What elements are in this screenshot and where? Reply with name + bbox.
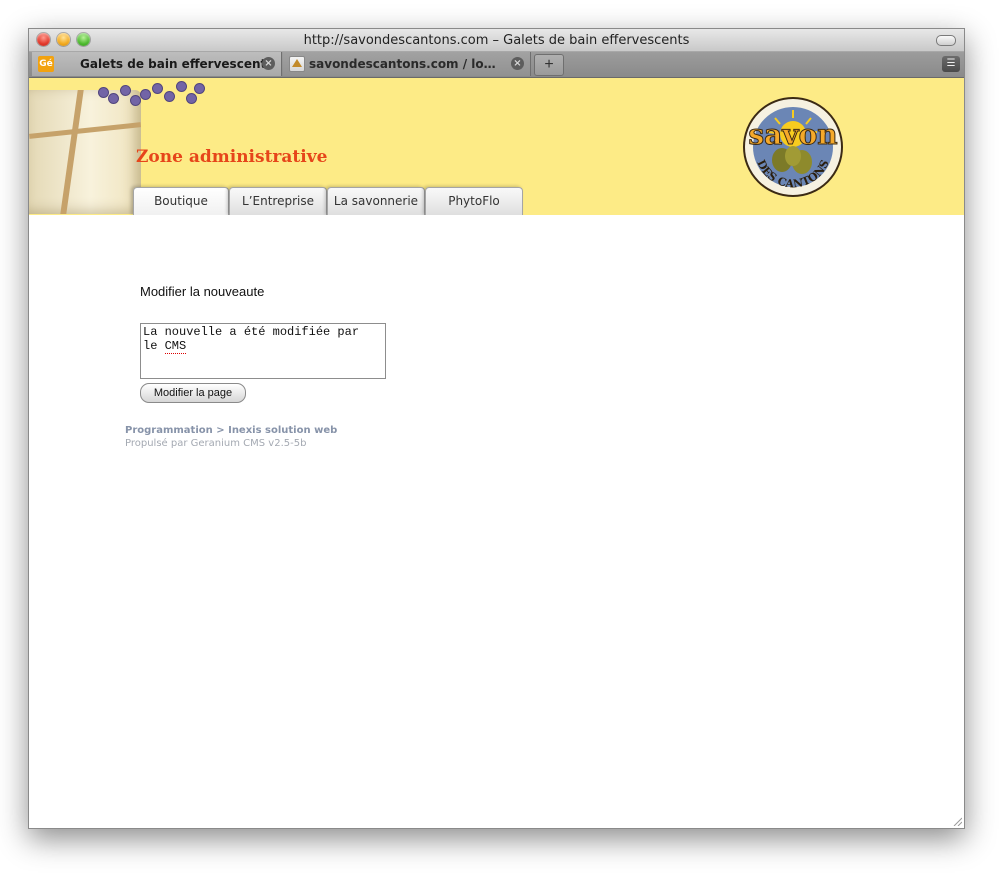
lavender-bud (121, 86, 130, 95)
editor-text: le (143, 339, 165, 353)
logo-text-top: savon (748, 118, 837, 151)
footer-powered-by: Propulsé par Geranium CMS v2.5-5b (125, 438, 307, 449)
site-header: Zone administrative savon DES CANTONS Bo… (29, 78, 964, 215)
lavender-bud (177, 82, 186, 91)
close-tab-icon[interactable]: × (511, 57, 524, 70)
lavender-bud (141, 90, 150, 99)
lavender-bud (187, 94, 196, 103)
soap-image (29, 90, 141, 214)
editor-line: La nouvelle a été modifiée par (143, 325, 360, 339)
tab-phpmyadmin[interactable]: savondescantons.com / localho... × (283, 52, 531, 76)
lavender-bud (131, 96, 140, 105)
new-tab-button[interactable]: + (534, 54, 564, 76)
browser-window: http://savondescantons.com – Galets de b… (28, 28, 965, 829)
news-content-editor[interactable]: La nouvelle a été modifiée par le CMS (140, 323, 386, 379)
phpmyadmin-favicon-icon (289, 56, 305, 72)
nav-tab-entreprise[interactable]: L’Entreprise (229, 187, 327, 215)
modify-page-button[interactable]: Modifier la page (140, 383, 246, 403)
geranium-favicon-icon: Gé (38, 56, 54, 72)
tab-label: Galets de bain effervescents (80, 57, 274, 71)
lavender-bud (99, 88, 108, 97)
resize-grip-icon[interactable] (952, 816, 962, 826)
toolbar-toggle-button[interactable] (936, 35, 956, 46)
main-content: Modifier la nouveaute La nouvelle a été … (29, 215, 964, 828)
savon-des-cantons-logo[interactable]: savon DES CANTONS (742, 96, 844, 198)
lavender-bud (195, 84, 204, 93)
window-title: http://savondescantons.com – Galets de b… (303, 33, 690, 48)
tab-overflow-menu-icon[interactable]: ☰ (942, 56, 960, 72)
footer-credit-link[interactable]: Programmation > Inexis solution web (125, 425, 337, 436)
nav-tab-savonnerie[interactable]: La savonnerie (327, 187, 425, 215)
tab-label: savondescantons.com / localho... (309, 57, 499, 71)
misspelled-word: CMS (164, 339, 187, 354)
nav-tab-phytoflo[interactable]: PhytoFlo (425, 187, 523, 215)
close-tab-icon[interactable]: × (262, 57, 275, 70)
tab-galets[interactable]: Gé Galets de bain effervescents × (32, 52, 282, 76)
page-title: Modifier la nouveaute (140, 284, 265, 299)
tab-bar: Gé Galets de bain effervescents × savond… (29, 52, 964, 78)
editor-line: le CMS (143, 339, 383, 354)
nav-tab-boutique[interactable]: Boutique (133, 187, 229, 215)
title-bar: http://savondescantons.com – Galets de b… (29, 29, 964, 52)
lavender-bud (109, 94, 118, 103)
lavender-bud (153, 84, 162, 93)
lavender-bud (165, 92, 174, 101)
zone-title: Zone administrative (136, 147, 328, 167)
